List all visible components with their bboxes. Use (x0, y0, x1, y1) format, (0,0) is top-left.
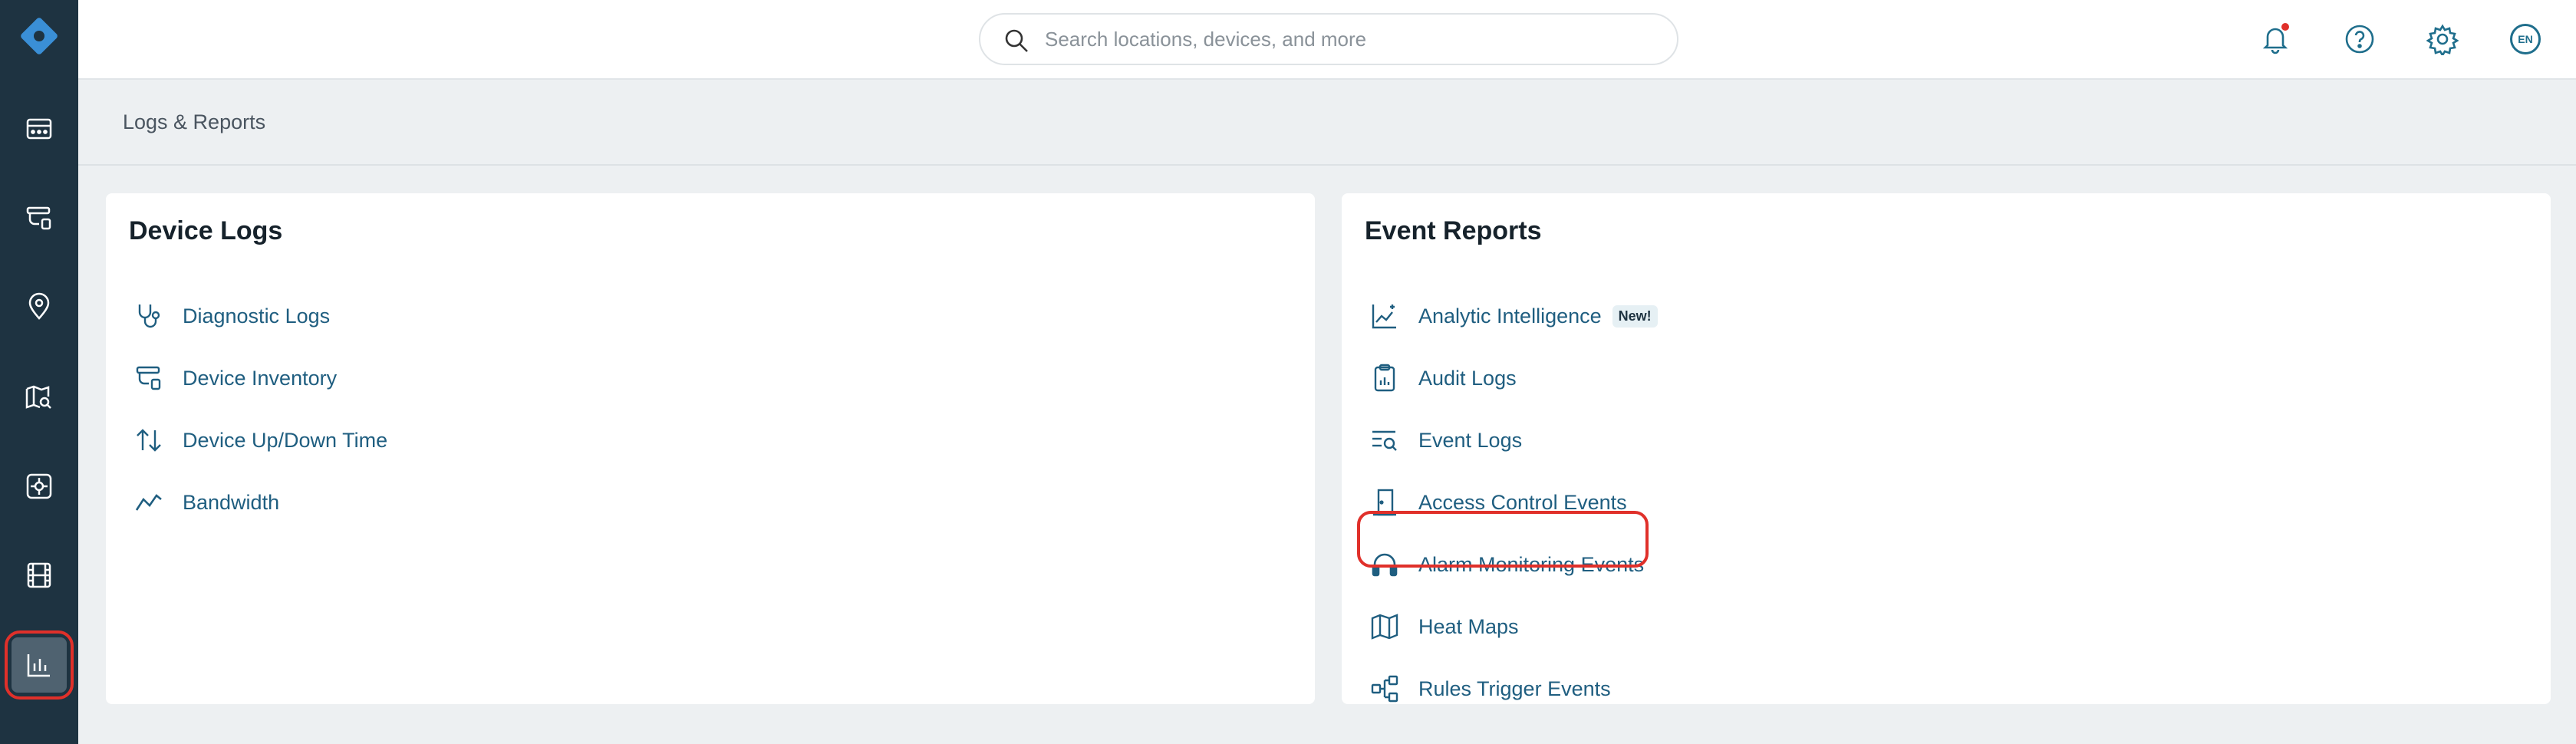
help-button[interactable] (2341, 21, 2378, 58)
flow-nodes-icon (1371, 675, 1398, 703)
sidebar-item-maps[interactable] (12, 370, 67, 425)
dashboard-grid-icon (26, 118, 52, 140)
link-label: Rules Trigger Events (1418, 677, 1611, 700)
help-circle-icon (2345, 25, 2374, 54)
film-icon (27, 562, 51, 588)
link-label: Alarm Monitoring Events (1418, 552, 1645, 576)
link-label: Device Up/Down Time (183, 428, 388, 452)
link-audit-logs[interactable]: Audit Logs (1369, 357, 1517, 400)
link-diagnostic-logs[interactable]: Diagnostic Logs (133, 295, 330, 337)
camera-device-icon (26, 206, 51, 230)
clipboard-chart-icon (1374, 364, 1395, 392)
bar-chart-icon (27, 654, 50, 677)
link-device-up-down-time[interactable]: Device Up/Down Time (133, 419, 387, 462)
map-search-icon (25, 385, 51, 409)
link-heat-maps[interactable]: Heat Maps (1369, 605, 1519, 648)
link-alarm-monitoring-events[interactable]: Alarm Monitoring Events (1369, 543, 1644, 586)
device-logs-title: Device Logs (129, 216, 283, 245)
link-device-inventory[interactable]: Device Inventory (133, 357, 337, 400)
app-logo[interactable] (16, 13, 62, 59)
sidebar-item-locations[interactable] (12, 279, 67, 334)
settings-button[interactable] (2424, 21, 2461, 58)
search-icon (1005, 29, 1028, 52)
up-down-arrows-icon (137, 429, 161, 452)
sidebar-item-dashboard[interactable] (12, 101, 67, 156)
link-label: Analytic Intelligence (1418, 304, 1602, 328)
link-bandwidth[interactable]: Bandwidth (133, 481, 279, 524)
link-label: Diagnostic Logs (183, 304, 331, 328)
link-label: Device Inventory (183, 366, 338, 390)
link-label: Access Control Events (1418, 490, 1627, 514)
door-icon (1373, 489, 1396, 516)
link-rules-trigger-events[interactable]: Rules Trigger Events (1369, 667, 1611, 710)
app-tile-icon (26, 473, 52, 499)
link-label: Event Logs (1418, 428, 1523, 452)
folded-map-icon (1371, 614, 1398, 640)
sidebar-item-devices[interactable] (12, 190, 67, 245)
sidebar-item-apps[interactable] (12, 459, 67, 514)
sidebar (0, 0, 78, 744)
search-bar[interactable] (979, 13, 1678, 65)
breadcrumb: Logs & Reports (78, 80, 2576, 166)
link-label: Heat Maps (1418, 614, 1519, 638)
list-search-icon (1372, 430, 1397, 451)
stethoscope-icon (138, 305, 160, 328)
new-badge: New! (1612, 305, 1658, 328)
headset-icon (1372, 553, 1398, 577)
breadcrumb-current: Logs & Reports (123, 110, 266, 133)
sidebar-item-reports[interactable] (12, 637, 67, 693)
link-event-logs[interactable]: Event Logs (1369, 419, 1522, 462)
event-reports-title: Event Reports (1365, 216, 1542, 245)
language-button[interactable]: EN (2507, 21, 2544, 58)
link-label: Bandwidth (183, 490, 280, 514)
search-input[interactable] (1045, 22, 1643, 56)
device-inventory-icon (136, 366, 161, 390)
link-access-control-events[interactable]: Access Control Events (1369, 481, 1627, 524)
link-analytic-intelligence[interactable]: Analytic Intelligence New! (1369, 295, 1658, 337)
notifications-button[interactable] (2257, 21, 2294, 58)
top-header: EN (78, 0, 2576, 80)
analytics-sparkle-icon (1372, 305, 1396, 329)
event-reports-card: Event Reports Analytic Intelligence New!… (1342, 193, 2551, 704)
location-pin-icon (28, 292, 50, 320)
sidebar-item-video[interactable] (12, 548, 67, 603)
gear-icon (2426, 24, 2459, 55)
link-label: Audit Logs (1418, 366, 1517, 390)
device-logs-card: Device Logs Diagnostic Logs Device Inven… (106, 193, 1315, 704)
line-trend-icon (135, 494, 162, 511)
language-badge: EN (2510, 24, 2541, 54)
notification-dot (2281, 23, 2289, 31)
